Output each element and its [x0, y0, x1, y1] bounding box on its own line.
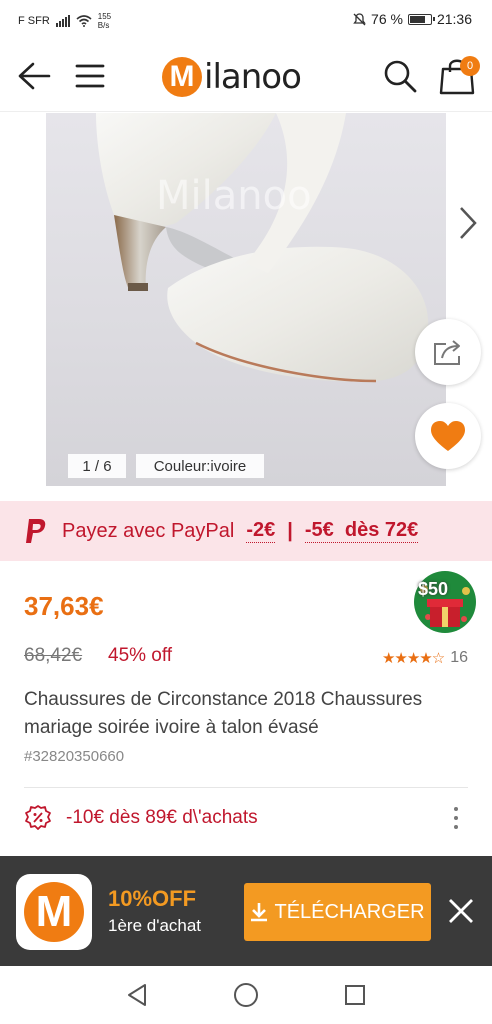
rating[interactable]: ★★★★☆ 16 [382, 649, 468, 667]
app-logo-mark: M [24, 882, 84, 942]
battery-icon [407, 13, 435, 25]
system-nav-bar [0, 966, 492, 1024]
wifi-icon [76, 15, 92, 27]
status-bar: F SFR 155 B/s 76 % 21:36 [0, 0, 492, 40]
rating-stars: ★★★★☆ [381, 650, 445, 667]
divider [24, 787, 468, 788]
mute-icon [353, 12, 366, 25]
nav-recents-button[interactable] [340, 980, 370, 1010]
download-button[interactable]: TÉLÉCHARGER [244, 883, 431, 941]
cart-count-badge: 0 [460, 56, 480, 76]
nav-home-button[interactable] [231, 980, 261, 1010]
square-recents-icon [345, 985, 365, 1005]
back-button[interactable] [12, 54, 56, 98]
search-button[interactable] [378, 54, 422, 98]
current-price: 37,63€ [24, 591, 104, 621]
triangle-back-icon [128, 984, 146, 1006]
hamburger-menu-icon [75, 64, 105, 88]
product-sku: #32820350660 [24, 748, 125, 765]
promo-subtitle: 1ère d'achat [108, 916, 202, 935]
product-photo[interactable]: Milanoo [46, 113, 446, 486]
coupon-text: -10€ dès 89€ d\'achats [66, 807, 258, 828]
gift-badge[interactable]: $50 [412, 569, 478, 635]
paypal-discount-2: -5€ dès 72€ [304, 519, 419, 543]
share-button[interactable] [415, 319, 481, 385]
chevron-right-icon [460, 207, 477, 239]
coupon-row[interactable]: -10€ dès 89€ d\'achats [24, 804, 258, 832]
gift-badge-label: $50 [418, 579, 449, 599]
old-price: 68,42€ [24, 645, 83, 666]
app-icon[interactable]: M [16, 874, 92, 950]
menu-button[interactable] [68, 54, 112, 98]
review-count: 16 [450, 649, 468, 666]
download-label: TÉLÉCHARGER [274, 900, 425, 923]
product-info: 37,63€ $50 68,42€ 45% off ★★★★☆ 16 Chaus… [0, 561, 492, 856]
watermark: Milanoo [156, 173, 312, 219]
network-speed: 155 B/s [97, 12, 112, 30]
back-arrow-icon [18, 62, 51, 90]
logo-mark: M [162, 57, 202, 97]
milanoo-logo[interactable]: M ilanoo [162, 55, 302, 99]
nav-back-button[interactable] [122, 980, 152, 1010]
paypal-icon [26, 519, 46, 543]
cart-button[interactable]: 0 [434, 54, 480, 98]
image-counter: 1 / 6 [68, 454, 126, 478]
logo-text: ilanoo [204, 57, 302, 97]
close-banner-button[interactable] [444, 894, 478, 928]
clock: 21:36 [436, 11, 472, 27]
paypal-text: Payez avec PayPal [62, 519, 235, 542]
color-tag: Couleur:ivoire [136, 454, 264, 478]
signal-icon [55, 15, 70, 27]
coupon-more-button[interactable] [446, 805, 466, 831]
favorite-button[interactable] [415, 403, 481, 469]
heart-icon [431, 421, 465, 451]
battery-percent: 76 % [371, 11, 403, 27]
promo-title: 10%OFF [108, 886, 197, 911]
product-title: Chaussures de Circonstance 2018 Chaussur… [24, 689, 423, 738]
shoe-image [96, 113, 429, 383]
share-icon [434, 340, 460, 365]
search-icon [384, 60, 417, 93]
app-header: M ilanoo 0 [0, 40, 492, 112]
app-download-banner: M 10%OFF 1ère d'achat TÉLÉCHARGER [0, 856, 492, 966]
circle-home-icon [234, 983, 258, 1007]
next-image-button[interactable] [452, 203, 484, 243]
paypal-banner[interactable]: Payez avec PayPal -2€ | -5€ dès 72€ [0, 501, 492, 561]
close-icon [449, 899, 473, 923]
carrier-label: F SFR [18, 15, 50, 27]
coupon-icon [25, 805, 51, 830]
product-gallery[interactable]: Milanoo 1 / 6 Couleur:ivoire [0, 113, 492, 501]
paypal-discount-1: -2€ [246, 519, 276, 543]
paypal-separator: | [287, 519, 293, 542]
discount-percent: 45% off [108, 645, 173, 666]
download-icon [251, 903, 268, 922]
